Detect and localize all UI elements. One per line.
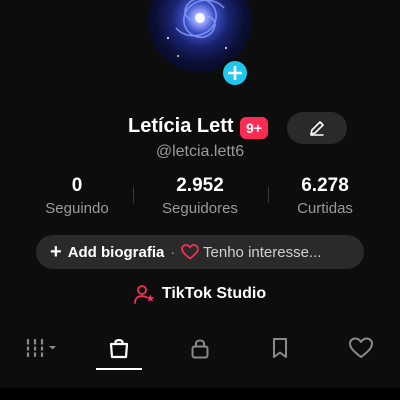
active-tab-indicator (96, 368, 142, 370)
chevron-down-icon (49, 346, 56, 350)
profile-name-row: Letícia Lett 9+ (0, 112, 400, 144)
edit-profile-button[interactable] (287, 112, 347, 144)
profile-tabs (0, 326, 400, 370)
lock-icon (191, 339, 209, 359)
creator-studio-icon (133, 285, 155, 304)
shopping-bag-icon (109, 339, 129, 359)
videos-grid-icon (26, 338, 56, 358)
heart-icon (349, 337, 373, 358)
stat-label: Seguindo (45, 200, 109, 217)
divider (133, 187, 134, 203)
pencil-icon (310, 121, 324, 136)
stat-following[interactable]: 0 Seguindo (22, 175, 132, 217)
stat-value: 2.952 (176, 175, 224, 196)
stat-label: Seguidores (162, 200, 238, 217)
stat-value: 0 (71, 175, 83, 196)
notification-badge[interactable]: 9+ (240, 117, 268, 139)
heart-outline-icon (181, 244, 199, 260)
add-bio-button[interactable]: Add biografia (68, 244, 165, 261)
stat-followers[interactable]: 2.952 Seguidores (145, 175, 255, 217)
plus-icon: + (50, 241, 62, 263)
tab-private[interactable] (170, 326, 230, 370)
tiktok-studio-label: TikTok Studio (161, 285, 267, 302)
separator-dot: · (170, 244, 176, 260)
tab-liked[interactable] (331, 326, 391, 370)
interests-button[interactable]: Tenho interesse... (203, 244, 321, 261)
tab-saved[interactable] (250, 326, 310, 370)
divider (268, 187, 269, 203)
plus-icon (228, 66, 242, 80)
stat-label: Curtidas (297, 200, 353, 217)
stat-likes[interactable]: 6.278 Curtidas (270, 175, 380, 217)
tiktok-studio-link[interactable]: TikTok Studio (0, 284, 400, 304)
bottom-edge (0, 388, 400, 400)
stat-value: 6.278 (301, 175, 349, 196)
bookmark-icon (273, 338, 287, 358)
profile-name: Letícia Lett (128, 115, 234, 137)
add-avatar-button[interactable] (220, 58, 250, 88)
stats-row: 0 Seguindo 2.952 Seguidores 6.278 Curtid… (0, 175, 400, 221)
tab-shop[interactable] (89, 326, 149, 370)
bio-interests-row: + Add biografia · Tenho interesse... (36, 235, 364, 269)
profile-handle: @letcia.lett6 (155, 143, 245, 160)
tab-videos[interactable] (12, 326, 72, 370)
avatar-container[interactable] (148, 0, 252, 88)
